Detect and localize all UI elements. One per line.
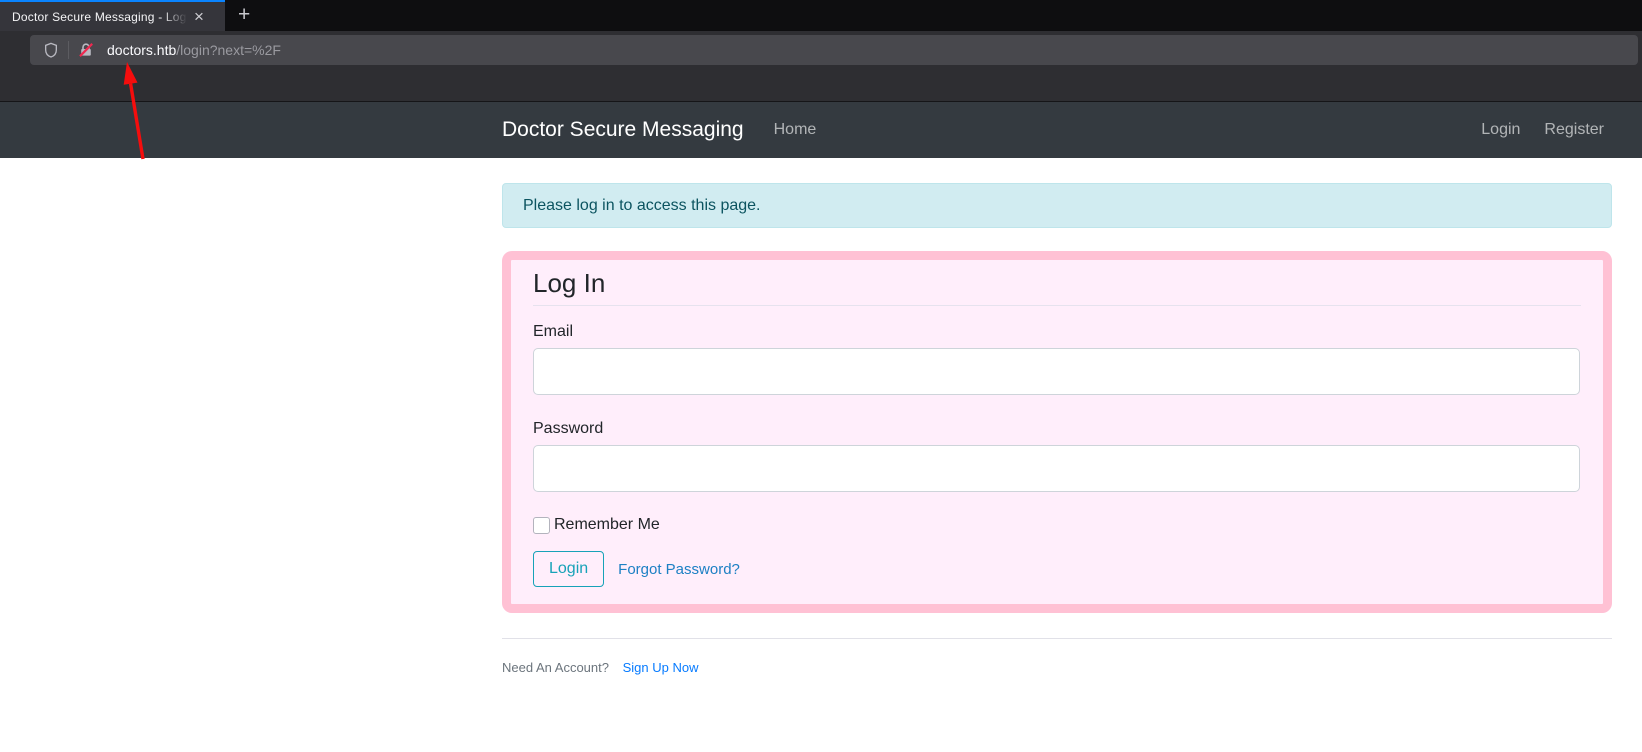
url-bar[interactable]: doctors.htb/login?next=%2F <box>30 35 1638 65</box>
tab-title: Doctor Secure Messaging - Log In <box>12 8 190 26</box>
forgot-password-link[interactable]: Forgot Password? <box>618 561 740 578</box>
email-label: Email <box>533 320 1581 344</box>
navbar-brand[interactable]: Doctor Secure Messaging <box>502 118 744 142</box>
browser-tab[interactable]: Doctor Secure Messaging - Log In × <box>0 0 225 31</box>
insecure-lock-icon[interactable] <box>73 35 99 65</box>
remember-checkbox[interactable] <box>533 517 550 534</box>
signup-section: Need An Account? Sign Up Now <box>502 638 1612 675</box>
url-path: /login?next=%2F <box>176 42 281 58</box>
browser-chrome: Doctor Secure Messaging - Log In × + doc… <box>0 0 1642 102</box>
password-group: Password <box>533 417 1581 492</box>
form-title: Log In <box>533 268 1581 306</box>
tab-bar: Doctor Secure Messaging - Log In × + <box>0 0 1642 31</box>
site-navbar: Doctor Secure Messaging Home Login Regis… <box>0 102 1642 158</box>
nav-link-home[interactable]: Home <box>774 121 817 139</box>
password-label: Password <box>533 417 1581 441</box>
url-host: doctors.htb <box>107 42 176 58</box>
signup-prompt: Need An Account? <box>502 660 609 675</box>
shield-icon[interactable] <box>38 35 64 65</box>
login-fieldset: Log In Email Password Remember Me Login … <box>502 251 1612 613</box>
page-content: Please log in to access this page. Log I… <box>0 183 1642 675</box>
urlbar-separator <box>68 41 69 59</box>
login-form: Log In Email Password Remember Me Login … <box>502 251 1612 613</box>
new-tab-icon[interactable]: + <box>225 0 263 31</box>
email-group: Email <box>533 320 1581 395</box>
button-row: Login Forgot Password? <box>533 551 1581 587</box>
email-field[interactable] <box>533 348 1580 395</box>
nav-link-register[interactable]: Register <box>1544 121 1604 139</box>
url-text: doctors.htb/login?next=%2F <box>107 42 281 58</box>
tab-close-icon[interactable]: × <box>194 8 204 25</box>
url-toolbar: doctors.htb/login?next=%2F <box>0 31 1642 101</box>
remember-label: Remember Me <box>554 516 660 534</box>
navbar-right: Login Register <box>1457 121 1604 139</box>
login-button[interactable]: Login <box>533 551 604 587</box>
nav-link-login[interactable]: Login <box>1481 121 1520 139</box>
password-field[interactable] <box>533 445 1580 492</box>
remember-row: Remember Me <box>533 516 1581 534</box>
info-alert: Please log in to access this page. <box>502 183 1612 228</box>
signup-link[interactable]: Sign Up Now <box>623 660 699 675</box>
